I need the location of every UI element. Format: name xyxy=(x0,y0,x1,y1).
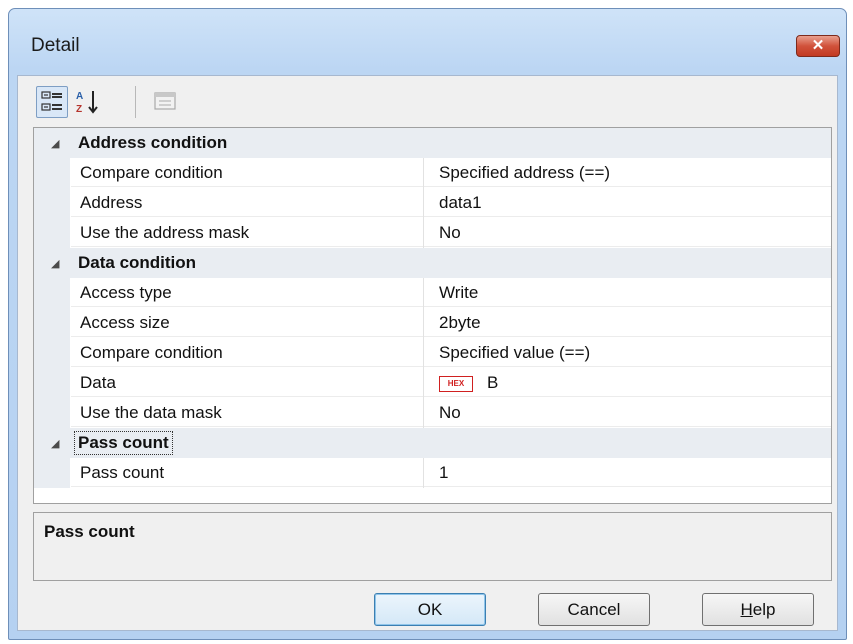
toolbar-separator xyxy=(135,86,136,118)
collapse-triangle-icon[interactable]: ◢ xyxy=(51,437,59,450)
property-name: Use the address mask xyxy=(71,218,423,247)
property-row[interactable]: Compare condition Specified value (==) xyxy=(34,338,831,368)
row-gutter xyxy=(34,398,70,428)
property-value[interactable]: No xyxy=(424,218,831,247)
help-button[interactable]: Help xyxy=(702,593,814,626)
hex-radix-icon[interactable]: HEX xyxy=(439,375,473,392)
ok-button[interactable]: OK xyxy=(374,593,486,626)
property-value[interactable]: 2byte xyxy=(424,308,831,337)
collapse-triangle-icon[interactable]: ◢ xyxy=(51,137,59,150)
property-row[interactable]: Data HEX B xyxy=(34,368,831,398)
category-data-condition[interactable]: ◢ Data condition xyxy=(34,248,831,278)
row-gutter xyxy=(34,278,70,308)
category-label: Data condition xyxy=(78,253,197,272)
row-gutter xyxy=(34,308,70,338)
property-name: Compare condition xyxy=(71,158,423,187)
property-row[interactable]: Use the data mask No xyxy=(34,398,831,428)
close-icon: ✕ xyxy=(811,37,825,54)
property-name: Pass count xyxy=(71,458,423,487)
category-pass-count[interactable]: ◢ Pass count xyxy=(34,428,831,458)
title-bar: Detail ✕ xyxy=(9,9,846,75)
sort-alphabetical-icon: A Z xyxy=(76,91,98,115)
property-name: Access size xyxy=(71,308,423,337)
property-row[interactable]: Access size 2byte xyxy=(34,308,831,338)
sort-alphabetical-button[interactable]: A Z xyxy=(72,86,104,118)
property-toolbar: A Z xyxy=(18,76,837,126)
property-name: Data xyxy=(71,368,423,397)
property-name: Use the data mask xyxy=(71,398,423,427)
window-title: Detail xyxy=(31,35,80,56)
property-pages-icon xyxy=(154,92,176,110)
collapse-triangle-icon[interactable]: ◢ xyxy=(51,257,59,270)
close-button[interactable]: ✕ xyxy=(796,35,840,57)
row-gutter xyxy=(34,188,70,218)
help-label-rest: elp xyxy=(752,600,776,619)
row-gutter xyxy=(34,458,70,488)
property-name: Access type xyxy=(71,278,423,307)
row-gutter xyxy=(34,338,70,368)
category-address-condition[interactable]: ◢ Address condition xyxy=(34,128,831,158)
property-grid: ◢ Address condition Compare condition Sp… xyxy=(33,127,832,504)
dialog-client-area: A Z ◢ Address condition Compare conditio… xyxy=(17,75,838,631)
property-name: Compare condition xyxy=(71,338,423,367)
svg-text:A: A xyxy=(76,91,83,102)
property-value-data[interactable]: HEX B xyxy=(424,368,831,397)
data-value-text: B xyxy=(487,373,499,392)
categorized-view-icon xyxy=(41,91,62,111)
category-label: Address condition xyxy=(78,133,228,152)
row-gutter xyxy=(34,158,70,188)
category-label: Pass count xyxy=(74,431,173,455)
property-value[interactable]: No xyxy=(424,398,831,427)
property-value[interactable]: data1 xyxy=(424,188,831,217)
property-value[interactable]: Write xyxy=(424,278,831,307)
property-name: Address xyxy=(71,188,423,217)
property-row[interactable]: Address data1 xyxy=(34,188,831,218)
cancel-button[interactable]: Cancel xyxy=(538,593,650,626)
categorized-view-button[interactable] xyxy=(36,86,68,118)
help-mnemonic: H xyxy=(740,600,753,619)
description-title: Pass count xyxy=(44,522,135,541)
detail-dialog: Detail ✕ A Z ◢ Address condition Compare… xyxy=(8,8,847,640)
row-gutter xyxy=(34,368,70,398)
property-pages-button xyxy=(150,86,182,118)
svg-text:Z: Z xyxy=(76,104,82,115)
property-row[interactable]: Access type Write xyxy=(34,278,831,308)
property-row[interactable]: Compare condition Specified address (==) xyxy=(34,158,831,188)
property-value[interactable]: Specified address (==) xyxy=(424,158,831,187)
property-row[interactable]: Use the address mask No xyxy=(34,218,831,248)
row-gutter xyxy=(34,218,70,248)
description-panel: Pass count xyxy=(33,512,832,581)
property-value[interactable]: Specified value (==) xyxy=(424,338,831,367)
property-value[interactable]: 1 xyxy=(424,458,831,487)
property-row[interactable]: Pass count 1 xyxy=(34,458,831,488)
